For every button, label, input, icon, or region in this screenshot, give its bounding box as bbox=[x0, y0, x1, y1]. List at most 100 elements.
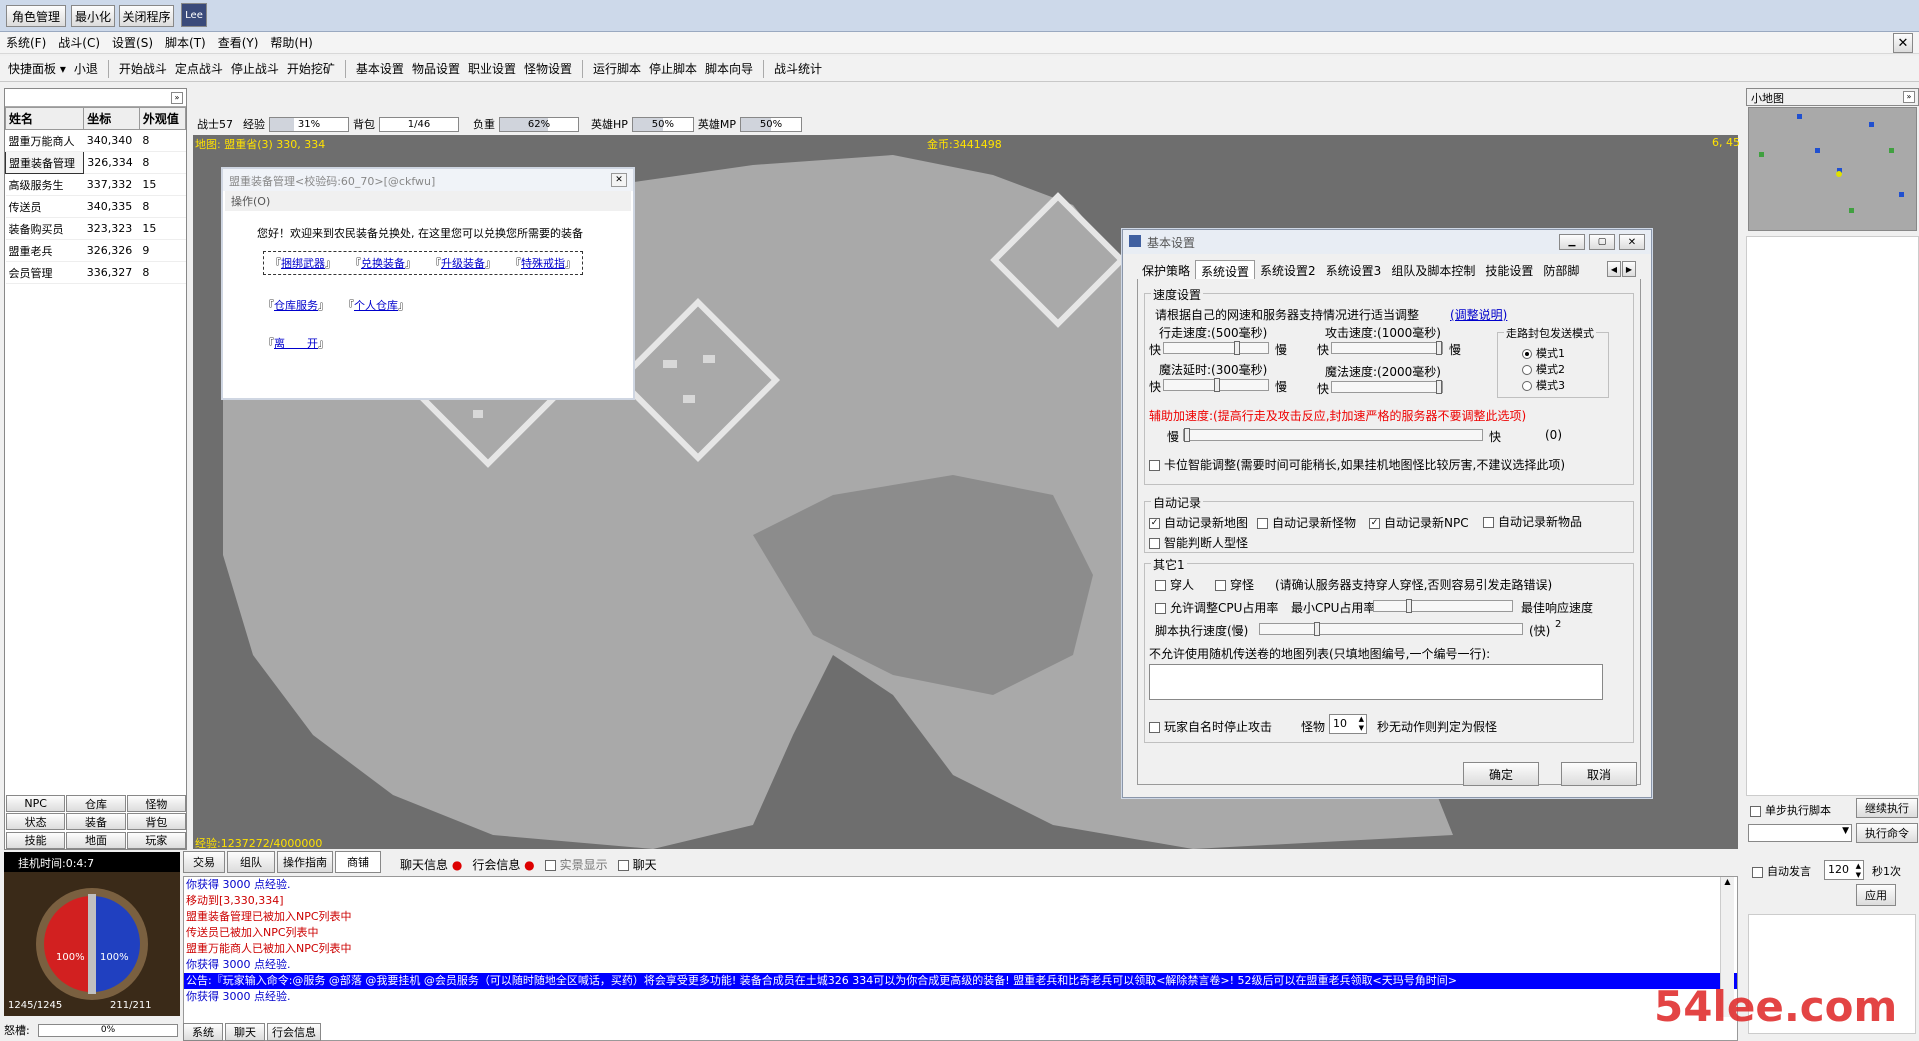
cpu-slider[interactable] bbox=[1373, 599, 1513, 613]
link-leave[interactable]: 离 开 bbox=[274, 337, 318, 350]
script-speed-slider[interactable] bbox=[1259, 622, 1523, 636]
tab-team-script[interactable]: 组队及脚本控制 bbox=[1386, 260, 1480, 279]
stop-script-button[interactable]: 停止脚本 bbox=[645, 60, 701, 77]
map-list-textarea[interactable] bbox=[1149, 664, 1603, 700]
table-row[interactable]: 高级服务生 337,332 15 bbox=[5, 173, 186, 196]
tab-chat-channel[interactable]: 聊天 bbox=[225, 1023, 265, 1041]
run-script-button[interactable]: 运行脚本 bbox=[589, 60, 645, 77]
command-select[interactable]: ▼ bbox=[1748, 824, 1852, 842]
menu-system[interactable]: 系统(F) bbox=[0, 34, 52, 51]
chat-checkbox[interactable]: 聊天 bbox=[617, 856, 657, 873]
apply-button[interactable]: 应用 bbox=[1856, 884, 1896, 906]
record-monster-checkbox[interactable]: 自动记录新怪物 bbox=[1257, 514, 1356, 531]
tab-npc[interactable]: NPC bbox=[6, 795, 66, 812]
tab-equipment[interactable]: 装备 bbox=[66, 813, 126, 831]
tab-system-channel[interactable]: 系统 bbox=[183, 1023, 223, 1041]
ok-button[interactable]: 确定 bbox=[1463, 762, 1539, 786]
human-monster-checkbox[interactable]: 智能判断人型怪 bbox=[1149, 534, 1248, 551]
auto-speak-checkbox[interactable]: 自动发言 bbox=[1752, 863, 1811, 879]
tab-shop[interactable]: 商铺 bbox=[335, 851, 381, 873]
guild-info-toggle[interactable]: 行会信息 ● bbox=[472, 856, 534, 873]
start-mining-button[interactable]: 开始挖矿 bbox=[283, 60, 339, 77]
menu-battle[interactable]: 战斗(C) bbox=[52, 34, 106, 51]
quick-panel-dropdown[interactable]: 快捷面板 ▾ bbox=[4, 60, 70, 77]
close-icon[interactable]: ✕ bbox=[611, 173, 627, 187]
col-name[interactable]: 姓名 bbox=[4, 107, 85, 130]
tab-system[interactable]: 系统设置 bbox=[1195, 260, 1256, 279]
fixed-battle-button[interactable]: 定点战斗 bbox=[171, 60, 227, 77]
col-coord[interactable]: 坐标 bbox=[83, 107, 140, 130]
collapse-icon[interactable]: » bbox=[1903, 91, 1915, 103]
battle-stats-button[interactable]: 战斗统计 bbox=[770, 60, 826, 77]
tab-trade[interactable]: 交易 bbox=[183, 851, 225, 873]
tab-system2[interactable]: 系统设置2 bbox=[1255, 260, 1321, 279]
menu-script[interactable]: 脚本(T) bbox=[159, 34, 212, 51]
tab-skill[interactable]: 技能 bbox=[6, 831, 66, 849]
magic-delay-slider[interactable] bbox=[1163, 378, 1269, 392]
job-settings-button[interactable]: 职业设置 bbox=[464, 60, 520, 77]
attack-speed-slider[interactable] bbox=[1331, 341, 1443, 355]
record-npc-checkbox[interactable]: ✓ 自动记录新NPC bbox=[1369, 514, 1469, 531]
magic-speed-slider[interactable] bbox=[1331, 380, 1443, 394]
tab-bag[interactable]: 背包 bbox=[126, 813, 186, 831]
link-storage[interactable]: 仓库服务 bbox=[274, 299, 318, 312]
table-row[interactable]: 盟重老兵 326,326 9 bbox=[5, 239, 186, 262]
link-exchange-equip[interactable]: 兑换装备 bbox=[361, 257, 405, 270]
mode1-radio[interactable]: 模式1 bbox=[1522, 345, 1565, 361]
speed-help-link[interactable]: (调整说明) bbox=[1450, 306, 1507, 323]
item-settings-button[interactable]: 物品设置 bbox=[408, 60, 464, 77]
col-appearance[interactable]: 外观值 bbox=[138, 107, 187, 130]
stop-attack-checkbox[interactable]: 玩家自名时停止攻击 bbox=[1149, 718, 1272, 735]
tab-guild-channel[interactable]: 行会信息 bbox=[267, 1023, 321, 1041]
table-row[interactable]: 装备购买员 323,323 15 bbox=[5, 217, 186, 240]
tab-player[interactable]: 玩家 bbox=[126, 831, 186, 849]
mode3-radio[interactable]: 模式3 bbox=[1522, 377, 1565, 393]
monster-seconds-spinner[interactable]: 10 ▲ ▼ bbox=[1329, 714, 1367, 734]
table-row[interactable]: 盟重装备管理 326,334 8 bbox=[4, 151, 186, 174]
cpu-adjust-checkbox[interactable]: 允许调整CPU占用率 bbox=[1155, 599, 1278, 616]
tab-anti-script[interactable]: 防部脚策 bbox=[1538, 260, 1594, 279]
menu-view[interactable]: 查看(Y) bbox=[212, 34, 265, 51]
close-icon[interactable]: ✕ bbox=[1893, 33, 1913, 53]
stop-battle-button[interactable]: 停止战斗 bbox=[227, 60, 283, 77]
table-row[interactable]: 会员管理 336,327 8 bbox=[5, 261, 186, 284]
minimize-button[interactable]: 最小化 bbox=[71, 5, 115, 27]
basic-settings-button[interactable]: 基本设置 bbox=[352, 60, 408, 77]
pass-human-checkbox[interactable]: 穿人 bbox=[1155, 576, 1194, 593]
chevron-left-icon[interactable]: ◀ bbox=[1607, 261, 1621, 277]
exec-command-button[interactable]: 执行命令 bbox=[1856, 823, 1918, 843]
record-item-checkbox[interactable]: 自动记录新物品 bbox=[1483, 513, 1582, 530]
close-program-button[interactable]: 关闭程序 bbox=[119, 5, 174, 27]
chevron-right-icon[interactable]: ▶ bbox=[1622, 261, 1636, 277]
smart-adjust-checkbox[interactable]: 卡位智能调整(需要时间可能稍长,如果挂机地图怪比较厉害,不建议选择此项) bbox=[1149, 456, 1565, 473]
link-personal-storage[interactable]: 个人仓库 bbox=[354, 299, 398, 312]
tab-system3[interactable]: 系统设置3 bbox=[1321, 260, 1387, 279]
walk-speed-slider[interactable] bbox=[1163, 341, 1269, 355]
table-row[interactable]: 盟重万能商人 340,340 8 bbox=[5, 129, 186, 152]
step-script-checkbox[interactable]: 单步执行脚本 bbox=[1750, 802, 1831, 818]
tab-team[interactable]: 组队 bbox=[227, 851, 275, 873]
cancel-button[interactable]: 取消 bbox=[1561, 762, 1637, 786]
logout-button[interactable]: 小退 bbox=[70, 60, 102, 77]
menu-settings[interactable]: 设置(S) bbox=[106, 34, 159, 51]
speak-interval-spinner[interactable]: 120 ▲ ▼ bbox=[1824, 860, 1864, 880]
link-special-ring[interactable]: 特殊戒指 bbox=[521, 257, 565, 270]
minimize-icon[interactable]: ▁ bbox=[1559, 234, 1585, 250]
tab-skill[interactable]: 技能设置 bbox=[1480, 260, 1538, 279]
npc-dialog-ops-menu[interactable]: 操作(O) bbox=[225, 191, 631, 211]
close-icon[interactable]: ✕ bbox=[1619, 234, 1645, 250]
link-upgrade-equip[interactable]: 升级装备 bbox=[441, 257, 485, 270]
minimap[interactable] bbox=[1748, 107, 1917, 231]
maximize-icon[interactable]: ▢ bbox=[1589, 234, 1615, 250]
tab-warehouse[interactable]: 仓库 bbox=[66, 795, 126, 812]
tab-status[interactable]: 状态 bbox=[6, 813, 66, 831]
pass-monster-checkbox[interactable]: 穿怪 bbox=[1215, 576, 1254, 593]
record-map-checkbox[interactable]: ✓ 自动记录新地图 bbox=[1149, 514, 1248, 531]
live-display-checkbox[interactable]: 实景显示 bbox=[544, 856, 608, 873]
mode2-radio[interactable]: 模式2 bbox=[1522, 361, 1565, 377]
link-bind-weapon[interactable]: 捆绑武器 bbox=[281, 257, 325, 270]
chat-info-toggle[interactable]: 聊天信息 ● bbox=[400, 856, 462, 873]
continue-button[interactable]: 继续执行 bbox=[1856, 798, 1918, 818]
script-wizard-button[interactable]: 脚本向导 bbox=[701, 60, 757, 77]
role-manage-button[interactable]: 角色管理 bbox=[6, 5, 66, 27]
